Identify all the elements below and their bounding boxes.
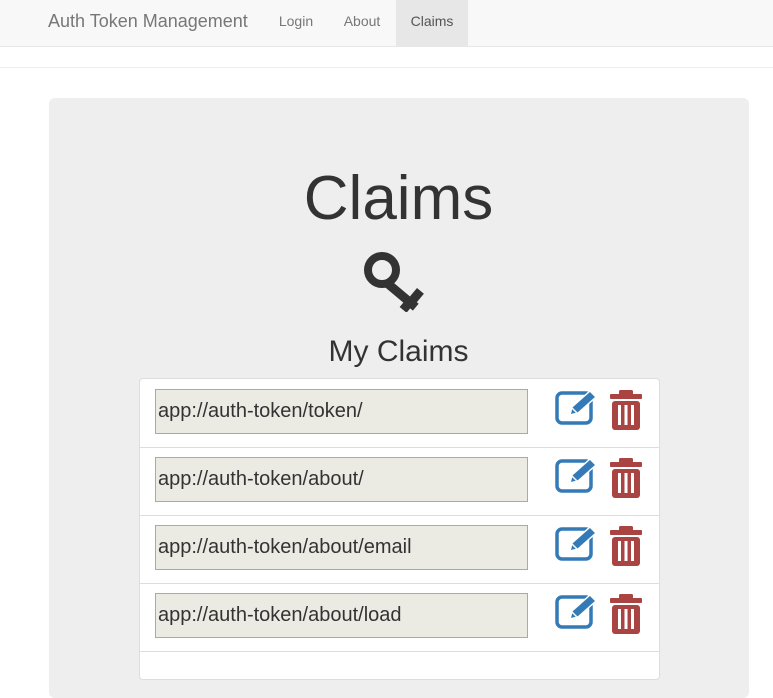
claim-row bbox=[140, 447, 659, 516]
divider bbox=[0, 67, 773, 68]
key-icon bbox=[364, 252, 424, 312]
claim-row bbox=[140, 379, 659, 448]
nav-item-login[interactable]: Login bbox=[264, 0, 328, 46]
claims-list bbox=[139, 378, 660, 680]
trash-icon[interactable] bbox=[609, 390, 643, 430]
claim-input[interactable] bbox=[155, 593, 528, 638]
nav-item-claims[interactable]: Claims bbox=[396, 0, 468, 46]
edit-icon[interactable] bbox=[555, 389, 599, 425]
navbar: Auth Token Management Login About Claims bbox=[0, 0, 773, 47]
claim-input[interactable] bbox=[155, 525, 528, 570]
trash-icon[interactable] bbox=[609, 458, 643, 498]
section-title: My Claims bbox=[328, 335, 469, 368]
edit-icon[interactable] bbox=[555, 593, 599, 629]
claim-row bbox=[140, 515, 659, 584]
claim-input[interactable] bbox=[155, 457, 528, 502]
edit-icon[interactable] bbox=[555, 525, 599, 561]
page-title: Claims bbox=[303, 164, 494, 233]
trash-icon[interactable] bbox=[609, 526, 643, 566]
trash-icon[interactable] bbox=[609, 594, 643, 634]
claim-row bbox=[140, 583, 659, 652]
navbar-brand[interactable]: Auth Token Management bbox=[48, 10, 248, 32]
claim-input[interactable] bbox=[155, 389, 528, 434]
edit-icon[interactable] bbox=[555, 457, 599, 493]
nav-item-about[interactable]: About bbox=[328, 0, 396, 46]
